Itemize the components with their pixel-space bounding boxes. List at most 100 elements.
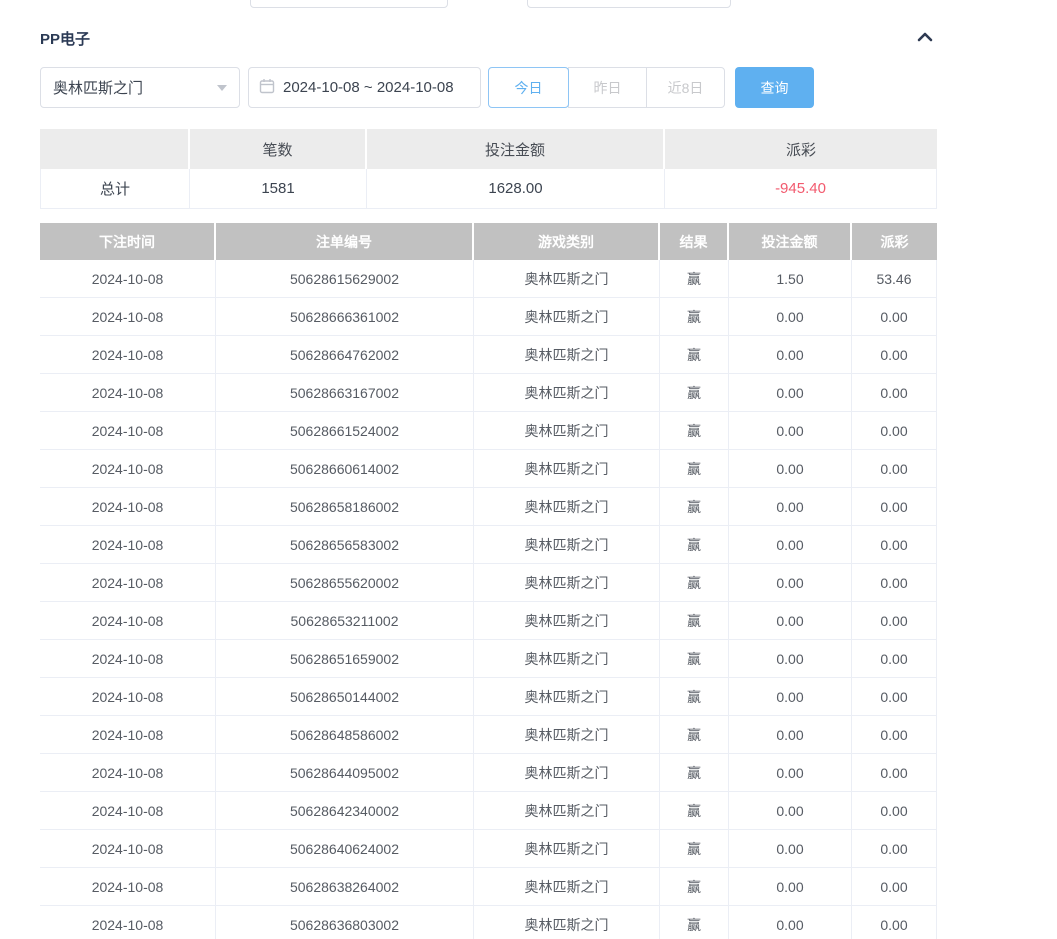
records-table-header: 下注时间注单编号游戏类别结果投注金额派彩 xyxy=(40,223,937,260)
cell-bet-amount: 0.00 xyxy=(729,868,852,905)
cell-result: 赢 xyxy=(660,412,729,449)
cell-payout: 0.00 xyxy=(852,564,937,601)
cell-result: 赢 xyxy=(660,754,729,791)
table-row: 2024-10-0850628663167002奥林匹斯之门赢0.000.00 xyxy=(40,374,937,412)
cell-result: 赢 xyxy=(660,260,729,297)
cell-game: 奥林匹斯之门 xyxy=(474,374,660,411)
table-row: 2024-10-0850628653211002奥林匹斯之门赢0.000.00 xyxy=(40,602,937,640)
table-row: 2024-10-0850628642340002奥林匹斯之门赢0.000.00 xyxy=(40,792,937,830)
cell-game: 奥林匹斯之门 xyxy=(474,792,660,829)
cell-result: 赢 xyxy=(660,678,729,715)
summary-total-label: 总计 xyxy=(40,169,190,209)
cell-bet-amount: 0.00 xyxy=(729,602,852,639)
cell-bet-id: 50628655620002 xyxy=(216,564,474,601)
cell-game: 奥林匹斯之门 xyxy=(474,450,660,487)
quick-date-button-2[interactable]: 近8日 xyxy=(646,67,725,108)
cell-payout: 0.00 xyxy=(852,298,937,335)
cell-bet-id: 50628644095002 xyxy=(216,754,474,791)
records-header-cell: 下注时间 xyxy=(40,223,216,260)
cell-result: 赢 xyxy=(660,450,729,487)
cell-payout: 0.00 xyxy=(852,868,937,905)
summary-header-cell: 投注金额 xyxy=(367,129,665,169)
cell-bet-amount: 0.00 xyxy=(729,792,852,829)
quick-date-button-0[interactable]: 今日 xyxy=(488,67,569,108)
records-header-cell: 结果 xyxy=(660,223,729,260)
chevron-up-icon xyxy=(916,31,934,46)
cell-time: 2024-10-08 xyxy=(40,374,216,411)
cell-game: 奥林匹斯之门 xyxy=(474,602,660,639)
cell-time: 2024-10-08 xyxy=(40,526,216,563)
table-row: 2024-10-0850628644095002奥林匹斯之门赢0.000.00 xyxy=(40,754,937,792)
quick-date-button-1[interactable]: 昨日 xyxy=(568,67,647,108)
section-header: PP电子 xyxy=(40,28,937,48)
cell-game: 奥林匹斯之门 xyxy=(474,412,660,449)
cell-game: 奥林匹斯之门 xyxy=(474,488,660,525)
page: PP电子 奥林匹斯之门 xyxy=(0,0,1057,939)
cell-game: 奥林匹斯之门 xyxy=(474,526,660,563)
records-table-body: 2024-10-0850628615629002奥林匹斯之门赢1.5053.46… xyxy=(40,260,937,939)
summary-table-row: 总计 1581 1628.00 -945.40 xyxy=(40,169,937,209)
summary-bet-amount: 1628.00 xyxy=(367,169,665,209)
cell-payout: 53.46 xyxy=(852,260,937,297)
records-header-cell: 注单编号 xyxy=(216,223,474,260)
date-range-input[interactable]: 2024-10-08 ~ 2024-10-08 xyxy=(248,67,481,108)
table-row: 2024-10-0850628615629002奥林匹斯之门赢1.5053.46 xyxy=(40,260,937,298)
cell-bet-id: 50628663167002 xyxy=(216,374,474,411)
cell-result: 赢 xyxy=(660,716,729,753)
cell-time: 2024-10-08 xyxy=(40,336,216,373)
cell-bet-amount: 0.00 xyxy=(729,564,852,601)
cell-bet-id: 50628638264002 xyxy=(216,868,474,905)
cell-time: 2024-10-08 xyxy=(40,298,216,335)
summary-header-cell: 派彩 xyxy=(665,129,937,169)
cell-payout: 0.00 xyxy=(852,488,937,525)
cell-result: 赢 xyxy=(660,488,729,525)
cell-payout: 0.00 xyxy=(852,412,937,449)
cell-time: 2024-10-08 xyxy=(40,260,216,297)
summary-count: 1581 xyxy=(190,169,367,209)
table-row: 2024-10-0850628648586002奥林匹斯之门赢0.000.00 xyxy=(40,716,937,754)
cell-bet-amount: 0.00 xyxy=(729,754,852,791)
cell-bet-amount: 0.00 xyxy=(729,830,852,867)
cell-time: 2024-10-08 xyxy=(40,412,216,449)
cell-payout: 0.00 xyxy=(852,526,937,563)
table-row: 2024-10-0850628661524002奥林匹斯之门赢0.000.00 xyxy=(40,412,937,450)
cell-bet-amount: 0.00 xyxy=(729,526,852,563)
cell-game: 奥林匹斯之门 xyxy=(474,868,660,905)
collapse-button[interactable] xyxy=(913,28,937,48)
table-row: 2024-10-0850628650144002奥林匹斯之门赢0.000.00 xyxy=(40,678,937,716)
cell-time: 2024-10-08 xyxy=(40,640,216,677)
summary-payout: -945.40 xyxy=(665,169,937,209)
search-button[interactable]: 查询 xyxy=(735,67,814,108)
cell-time: 2024-10-08 xyxy=(40,906,216,939)
game-select[interactable]: 奥林匹斯之门 xyxy=(40,67,240,108)
cell-bet-id: 50628660614002 xyxy=(216,450,474,487)
cell-payout: 0.00 xyxy=(852,336,937,373)
cell-bet-amount: 0.00 xyxy=(729,640,852,677)
cell-bet-id: 50628648586002 xyxy=(216,716,474,753)
summary-header-cell: 笔数 xyxy=(190,129,367,169)
summary-table-header: 笔数投注金额派彩 xyxy=(40,129,937,169)
cell-result: 赢 xyxy=(660,602,729,639)
cell-payout: 0.00 xyxy=(852,754,937,791)
cell-bet-id: 50628642340002 xyxy=(216,792,474,829)
caret-down-icon xyxy=(217,85,227,91)
records-header-cell: 游戏类别 xyxy=(474,223,660,260)
cell-bet-id: 50628661524002 xyxy=(216,412,474,449)
cell-game: 奥林匹斯之门 xyxy=(474,830,660,867)
cell-game: 奥林匹斯之门 xyxy=(474,298,660,335)
cell-game: 奥林匹斯之门 xyxy=(474,564,660,601)
cell-game: 奥林匹斯之门 xyxy=(474,336,660,373)
cell-bet-id: 50628658186002 xyxy=(216,488,474,525)
cell-time: 2024-10-08 xyxy=(40,830,216,867)
cell-payout: 0.00 xyxy=(852,716,937,753)
cell-bet-amount: 0.00 xyxy=(729,374,852,411)
cell-time: 2024-10-08 xyxy=(40,678,216,715)
section-title: PP电子 xyxy=(40,28,90,49)
cell-result: 赢 xyxy=(660,868,729,905)
game-select-value: 奥林匹斯之门 xyxy=(53,77,217,98)
cell-payout: 0.00 xyxy=(852,374,937,411)
cell-bet-amount: 0.00 xyxy=(729,716,852,753)
cell-time: 2024-10-08 xyxy=(40,716,216,753)
cell-bet-amount: 0.00 xyxy=(729,412,852,449)
cell-bet-id: 50628615629002 xyxy=(216,260,474,297)
